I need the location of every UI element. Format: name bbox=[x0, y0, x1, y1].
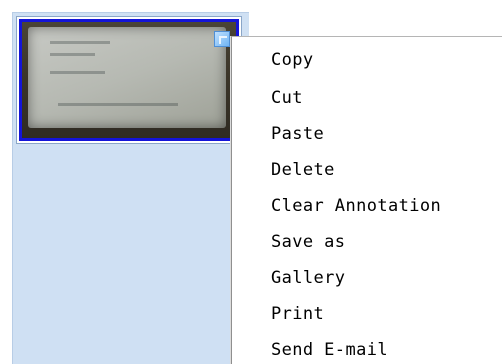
menu-item-print[interactable]: Print bbox=[232, 296, 502, 332]
context-menu: Copy Cut Paste Delete Clear Annotation S… bbox=[231, 36, 502, 364]
menu-item-paste[interactable]: Paste bbox=[232, 116, 502, 152]
menu-item-clear-annotation[interactable]: Clear Annotation bbox=[232, 188, 502, 224]
page-thumbnail[interactable]: 1 bbox=[16, 16, 242, 144]
thumbnail-text-line bbox=[58, 103, 178, 106]
menu-item-copy[interactable]: Copy bbox=[232, 45, 502, 80]
app-window: 1 Copy Cut Paste Delete Clear Annotation… bbox=[0, 0, 502, 364]
thumbnail-text-line bbox=[50, 41, 110, 44]
menu-item-delete[interactable]: Delete bbox=[232, 152, 502, 188]
menu-item-send-email[interactable]: Send E-mail bbox=[232, 332, 502, 364]
thumbnail-text-line bbox=[50, 53, 95, 56]
document-photo-icon bbox=[28, 27, 226, 128]
thumbnail-selection-frame: 1 bbox=[19, 19, 239, 141]
context-menu-list: Copy Cut Paste Delete Clear Annotation S… bbox=[232, 37, 502, 364]
menu-item-save-as[interactable]: Save as bbox=[232, 224, 502, 260]
thumbnail-corner-handle[interactable] bbox=[214, 31, 230, 47]
menu-item-cut[interactable]: Cut bbox=[232, 80, 502, 116]
thumbnail-text-line bbox=[50, 71, 105, 74]
menu-item-gallery[interactable]: Gallery bbox=[232, 260, 502, 296]
